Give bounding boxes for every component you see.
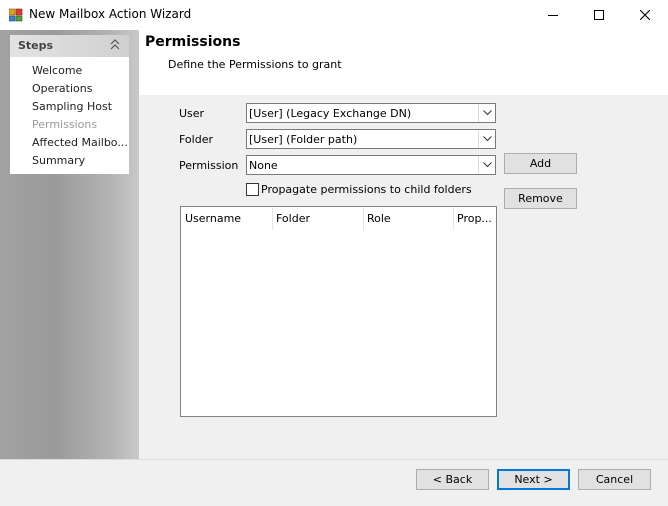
step-item-sampling-host[interactable]: Sampling Host [32, 100, 112, 113]
step-item-affected-mailboxes[interactable]: Affected Mailbo... [32, 136, 128, 149]
back-button[interactable]: < Back [416, 469, 489, 490]
folder-combo[interactable]: [User] (Folder path) [246, 129, 496, 149]
next-button[interactable]: Next > [497, 469, 570, 490]
step-item-permissions[interactable]: Permissions [32, 118, 97, 131]
add-button[interactable]: Add [504, 153, 577, 174]
folder-label: Folder [179, 133, 213, 146]
minimize-button[interactable] [530, 0, 576, 30]
chevron-down-icon[interactable] [478, 104, 495, 122]
window-title: New Mailbox Action Wizard [29, 7, 192, 21]
page-title: Permissions [145, 34, 241, 50]
permission-combo[interactable]: None [246, 155, 496, 175]
title-bar: New Mailbox Action Wizard [0, 0, 668, 30]
column-header-propagate[interactable]: Prop... [453, 207, 496, 231]
column-header-role[interactable]: Role [363, 207, 453, 231]
close-button[interactable] [622, 0, 668, 30]
remove-button[interactable]: Remove [504, 188, 577, 209]
collapse-icon[interactable] [110, 39, 120, 51]
wizard-footer: < Back Next > Cancel [0, 459, 668, 506]
maximize-icon [594, 10, 604, 20]
steps-header[interactable]: Steps [10, 35, 129, 57]
permission-label: Permission [179, 159, 239, 172]
step-item-welcome[interactable]: Welcome [32, 64, 82, 77]
close-icon [640, 10, 650, 20]
steps-title: Steps [18, 39, 54, 52]
page-header: Permissions Define the Permissions to gr… [139, 30, 668, 95]
page-subtitle: Define the Permissions to grant [168, 58, 342, 71]
step-item-operations[interactable]: Operations [32, 82, 92, 95]
maximize-button[interactable] [576, 0, 622, 30]
chevron-down-icon[interactable] [478, 130, 495, 148]
app-icon [8, 8, 23, 22]
minimize-icon [548, 15, 558, 16]
content-area: User [User] (Legacy Exchange DN) Folder … [139, 95, 668, 459]
sidebar: Steps Welcome Operations Sampling Host P… [0, 30, 139, 459]
chevron-down-icon[interactable] [478, 156, 495, 174]
column-header-folder[interactable]: Folder [272, 207, 363, 231]
user-combo[interactable]: [User] (Legacy Exchange DN) [246, 103, 496, 123]
folder-combo-value: [User] (Folder path) [249, 133, 358, 146]
steps-panel: Steps Welcome Operations Sampling Host P… [10, 35, 129, 174]
step-item-summary[interactable]: Summary [32, 154, 85, 167]
permissions-list[interactable]: Username Folder Role Prop... [180, 206, 497, 417]
propagate-checkbox[interactable] [246, 183, 259, 196]
cancel-button[interactable]: Cancel [578, 469, 651, 490]
column-header-username[interactable]: Username [181, 207, 272, 231]
user-combo-value: [User] (Legacy Exchange DN) [249, 107, 412, 120]
propagate-label[interactable]: Propagate permissions to child folders [261, 183, 472, 196]
permission-combo-value: None [249, 159, 278, 172]
user-label: User [179, 107, 205, 120]
